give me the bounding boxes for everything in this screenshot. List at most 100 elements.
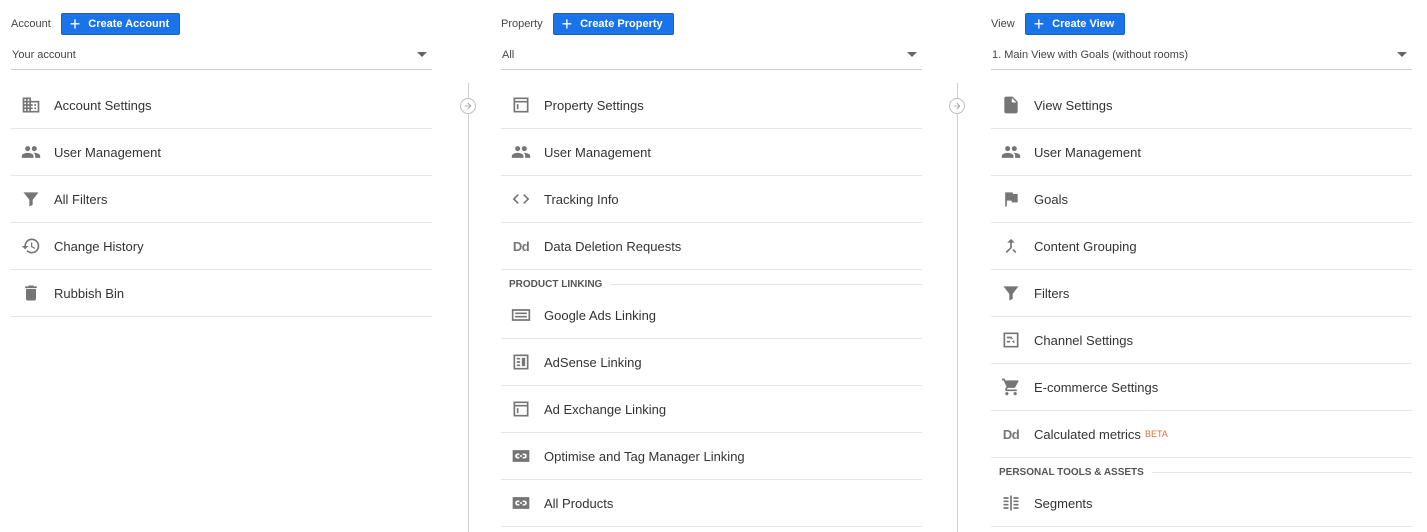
history-icon <box>20 235 42 257</box>
caret-down-icon <box>907 52 917 57</box>
link-icon <box>510 445 532 467</box>
flag-icon <box>1000 188 1022 210</box>
item-label: Property Settings <box>544 97 644 113</box>
filters-item[interactable]: Filters <box>991 270 1412 317</box>
item-label: Channel Settings <box>1034 332 1134 348</box>
data-deletion-requests-item[interactable]: Dd Data Deletion Requests <box>501 223 922 270</box>
plus-icon: + <box>561 13 573 34</box>
content-grouping-item[interactable]: Content Grouping <box>991 223 1412 270</box>
caret-down-icon <box>417 52 427 57</box>
layout-icon <box>510 94 532 116</box>
account-select[interactable]: Your account <box>11 40 432 70</box>
property-column: Property + Create Property All Property … <box>501 0 922 527</box>
property-menu: Property Settings User Management Tracki… <box>501 82 922 527</box>
people-icon <box>1000 141 1022 163</box>
dd-icon: Dd <box>1000 423 1022 445</box>
view-settings-item[interactable]: View Settings <box>991 82 1412 129</box>
property-select-value: All <box>502 48 515 61</box>
item-label: Account Settings <box>54 97 152 113</box>
item-label: Calculated metrics <box>1034 426 1141 442</box>
account-settings-item[interactable]: Account Settings <box>11 82 432 129</box>
building-icon <box>20 94 42 116</box>
view-header: View + Create View <box>991 0 1412 40</box>
code-icon <box>510 188 532 210</box>
item-label: Change History <box>54 238 144 254</box>
goals-item[interactable]: Goals <box>991 176 1412 223</box>
plus-icon: + <box>69 13 81 34</box>
create-account-label: Create Account <box>88 17 170 30</box>
section-label: PRODUCT LINKING <box>509 279 603 290</box>
all-filters-item[interactable]: All Filters <box>11 176 432 223</box>
channel-icon <box>1000 329 1022 351</box>
item-label: Rubbish Bin <box>54 285 125 301</box>
segments-icon <box>1000 492 1022 514</box>
google-ads-linking-item[interactable]: Google Ads Linking <box>501 292 922 339</box>
view-menu: View Settings User Management Goals Cont… <box>991 82 1412 527</box>
section-label: PERSONAL TOOLS & ASSETS <box>999 467 1144 478</box>
ads-icon <box>510 304 532 326</box>
trash-icon <box>20 282 42 304</box>
beta-badge: BETA <box>1144 429 1168 439</box>
view-select-value: 1. Main View with Goals (without rooms) <box>992 48 1189 61</box>
create-view-button[interactable]: + Create View <box>1024 12 1126 35</box>
product-linking-section: PRODUCT LINKING <box>501 270 922 292</box>
item-label: Optimise and Tag Manager Linking <box>544 448 745 464</box>
property-user-management-item[interactable]: User Management <box>501 129 922 176</box>
create-view-label: Create View <box>1052 17 1115 30</box>
item-label: Google Ads Linking <box>544 307 657 323</box>
item-label: Tracking Info <box>544 191 619 207</box>
create-account-button[interactable]: + Create Account <box>60 12 181 35</box>
optimise-tag-manager-linking-item[interactable]: Optimise and Tag Manager Linking <box>501 433 922 480</box>
channel-settings-item[interactable]: Channel Settings <box>991 317 1412 364</box>
adsense-icon <box>510 351 532 373</box>
property-header: Property + Create Property <box>501 0 922 40</box>
caret-down-icon <box>1397 52 1407 57</box>
create-property-button[interactable]: + Create Property <box>552 12 674 35</box>
tracking-info-item[interactable]: Tracking Info <box>501 176 922 223</box>
merge-icon <box>1000 235 1022 257</box>
item-label: View Settings <box>1034 97 1113 113</box>
all-products-item[interactable]: All Products <box>501 480 922 527</box>
account-user-management-item[interactable]: User Management <box>11 129 432 176</box>
item-label: AdSense Linking <box>544 354 642 370</box>
column-divider <box>957 83 958 532</box>
ad-exchange-linking-item[interactable]: Ad Exchange Linking <box>501 386 922 433</box>
filter-icon <box>20 188 42 210</box>
property-label: Property <box>501 17 543 30</box>
section-rule <box>610 284 922 285</box>
filter-icon <box>1000 282 1022 304</box>
item-label: All Products <box>544 495 614 511</box>
create-property-label: Create Property <box>580 17 663 30</box>
item-label: E-commerce Settings <box>1034 379 1159 395</box>
change-history-item[interactable]: Change History <box>11 223 432 270</box>
segments-item[interactable]: Segments <box>991 480 1412 527</box>
personal-tools-section: PERSONAL TOOLS & ASSETS <box>991 458 1412 480</box>
property-select[interactable]: All <box>501 40 922 70</box>
item-label: Goals <box>1034 191 1068 207</box>
view-user-management-item[interactable]: User Management <box>991 129 1412 176</box>
account-menu: Account Settings User Management All Fil… <box>11 82 432 317</box>
cart-icon <box>1000 376 1022 398</box>
view-label: View <box>991 17 1015 30</box>
account-select-value: Your account <box>12 48 76 61</box>
plus-icon: + <box>1033 13 1045 34</box>
item-label: All Filters <box>54 191 108 207</box>
account-column: Account + Create Account Your account Ac… <box>11 0 432 317</box>
column-divider <box>468 83 469 532</box>
property-settings-item[interactable]: Property Settings <box>501 82 922 129</box>
people-icon <box>20 141 42 163</box>
dd-glyph: Dd <box>1002 426 1020 442</box>
ecommerce-settings-item[interactable]: E-commerce Settings <box>991 364 1412 411</box>
adsense-linking-item[interactable]: AdSense Linking <box>501 339 922 386</box>
item-label: Content Grouping <box>1034 238 1137 254</box>
item-label: User Management <box>544 144 651 160</box>
item-label: Data Deletion Requests <box>544 238 682 254</box>
calculated-metrics-item[interactable]: Dd Calculated metrics BETA <box>991 411 1412 458</box>
dd-glyph: Dd <box>512 238 530 254</box>
view-select[interactable]: 1. Main View with Goals (without rooms) <box>991 40 1412 70</box>
rubbish-bin-item[interactable]: Rubbish Bin <box>11 270 432 317</box>
arrow-right-icon <box>949 98 965 114</box>
item-label: User Management <box>1034 144 1141 160</box>
people-icon <box>510 141 532 163</box>
document-icon <box>1000 94 1022 116</box>
